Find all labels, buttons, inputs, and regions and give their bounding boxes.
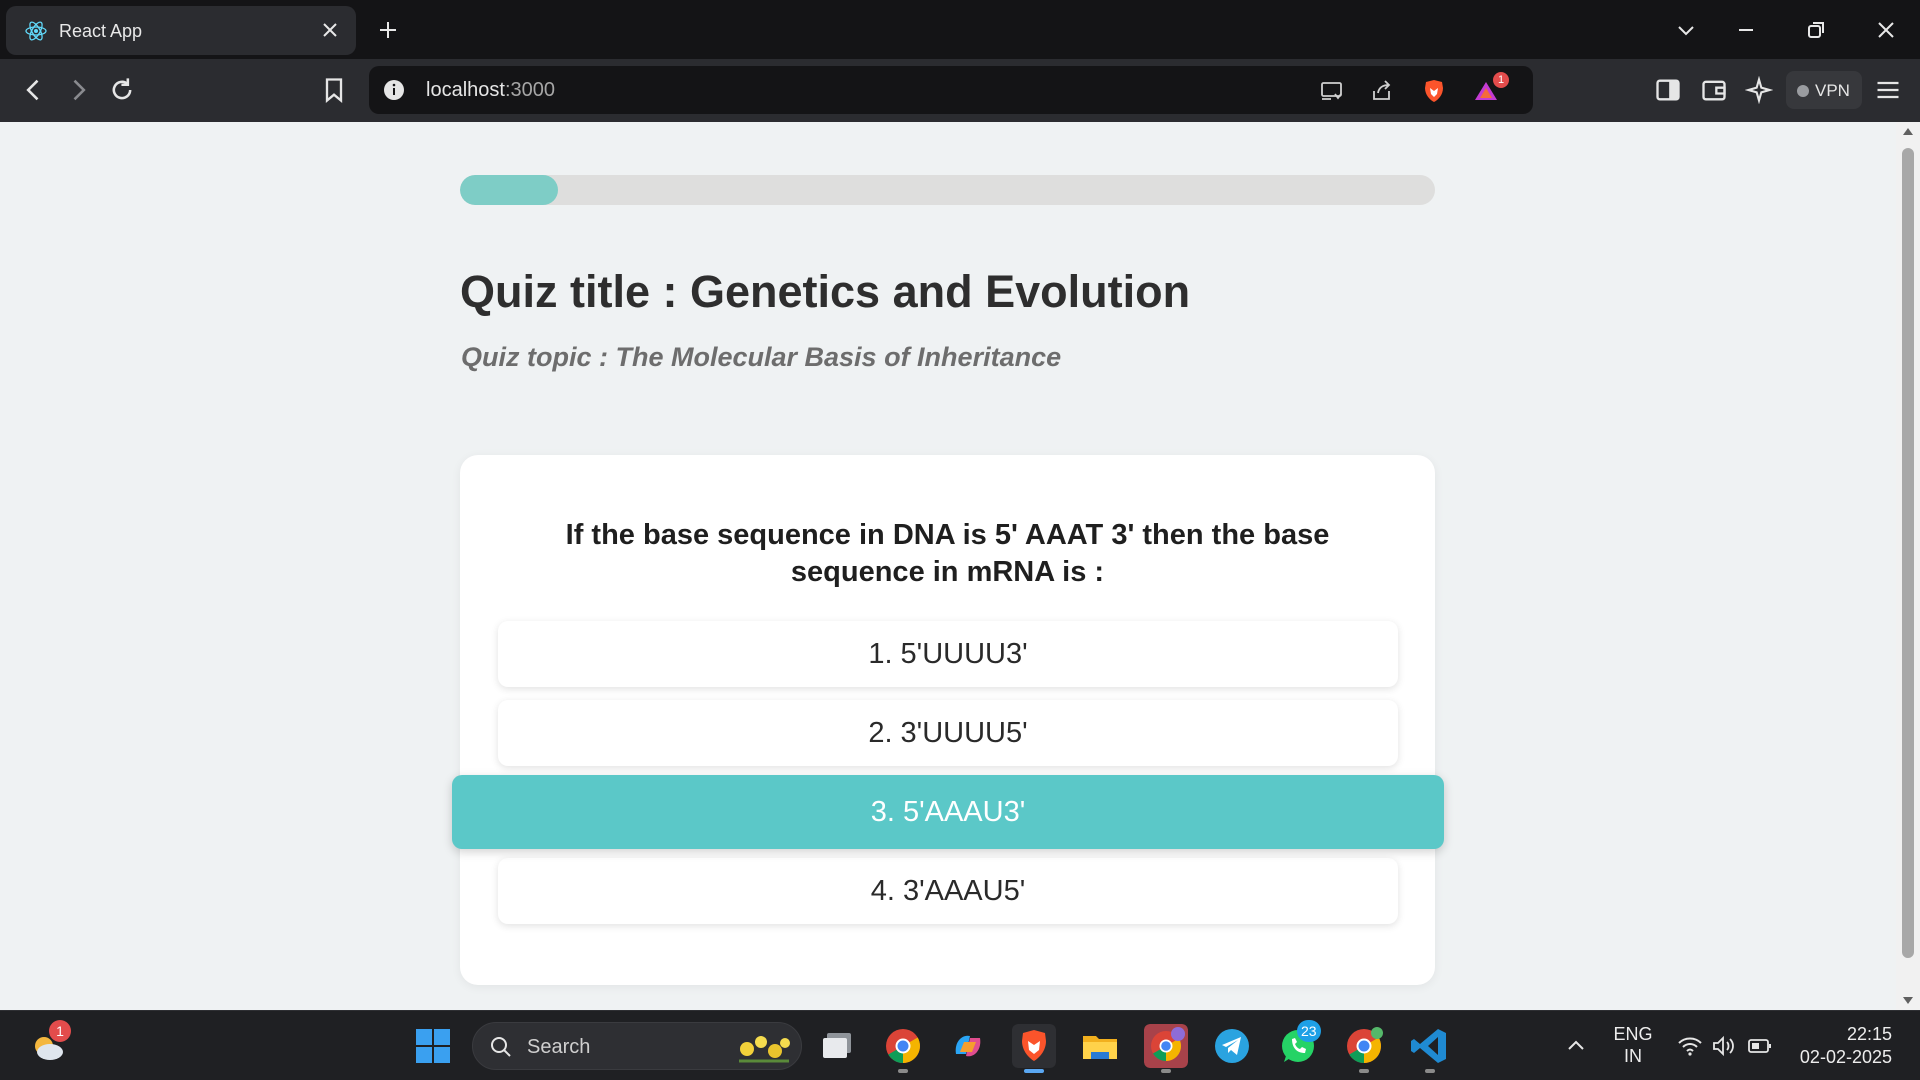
- page-scrollbar[interactable]: [1896, 122, 1920, 1010]
- url-text[interactable]: localhost:3000: [426, 79, 555, 102]
- react-icon: [25, 21, 47, 41]
- chrome-profile-icon[interactable]: [1144, 1024, 1188, 1068]
- search-highlight-flowers-icon: [739, 1036, 790, 1063]
- whatsapp-badge: 23: [1297, 1020, 1321, 1042]
- brave-active-indicator: [1024, 1069, 1044, 1073]
- leo-ai-icon[interactable]: [1745, 76, 1773, 104]
- answer-option-1[interactable]: 1. 5'UUUU3': [498, 621, 1398, 687]
- address-bar[interactable]: localhost:3000 1: [369, 66, 1533, 114]
- task-view-icon[interactable]: [816, 1024, 860, 1068]
- rewards-badge: 1: [1493, 72, 1509, 88]
- taskbar-search[interactable]: Search: [472, 1022, 802, 1070]
- close-tab-icon[interactable]: [318, 18, 342, 42]
- vpn-button[interactable]: VPN: [1786, 71, 1862, 109]
- language-indicator[interactable]: ENG IN: [1608, 1023, 1658, 1067]
- question-card: If the base sequence in DNA is 5' AAAT 3…: [452, 455, 1444, 985]
- browser-tab[interactable]: React App: [6, 6, 356, 55]
- windows-taskbar: 1 Search 23 ENG IN 22:15 02-02-2025: [0, 1010, 1920, 1080]
- weather-badge: 1: [49, 1020, 71, 1042]
- brave-shields-icon[interactable]: [1421, 78, 1447, 104]
- quiz-progress-bar: [460, 175, 1435, 205]
- file-explorer-icon[interactable]: [1078, 1024, 1122, 1068]
- volume-icon[interactable]: [1710, 1032, 1738, 1060]
- browser-titlebar: React App: [0, 0, 1920, 59]
- question-text: If the base sequence in DNA is 5' AAAT 3…: [565, 519, 1330, 588]
- back-icon[interactable]: [20, 76, 48, 104]
- sidebar-icon[interactable]: [1654, 76, 1682, 104]
- system-clock[interactable]: 22:15 02-02-2025: [1800, 1023, 1892, 1069]
- tab-title: React App: [59, 21, 143, 41]
- close-window-icon[interactable]: [1874, 18, 1898, 42]
- scroll-down-icon[interactable]: [1903, 997, 1913, 1004]
- chrome-profile-indicator: [1161, 1069, 1171, 1073]
- search-icon: [491, 1037, 511, 1057]
- scroll-up-icon[interactable]: [1903, 128, 1913, 135]
- new-tab-icon[interactable]: [376, 18, 400, 42]
- search-placeholder: Search: [527, 1036, 591, 1058]
- site-info-icon[interactable]: [383, 79, 405, 101]
- minimize-icon[interactable]: [1734, 18, 1758, 42]
- brave-icon[interactable]: [1012, 1024, 1056, 1068]
- cast-icon[interactable]: [1319, 78, 1345, 104]
- quiz-progress-fill: [460, 175, 558, 205]
- quiz-topic: Quiz topic : The Molecular Basis of Inhe…: [461, 342, 1062, 372]
- wifi-icon[interactable]: [1676, 1032, 1704, 1060]
- answer-option-4[interactable]: 4. 3'AAAU5': [498, 858, 1398, 924]
- clock-date: 02-02-2025: [1799, 1047, 1892, 1067]
- page-viewport: Quiz title : Genetics and Evolution Quiz…: [0, 122, 1896, 1010]
- bookmark-icon[interactable]: [320, 76, 348, 104]
- chrome-running-indicator: [898, 1069, 908, 1073]
- vscode-icon[interactable]: [1408, 1024, 1452, 1068]
- scrollbar-thumb[interactable]: [1902, 148, 1914, 958]
- copilot-icon[interactable]: [946, 1024, 990, 1068]
- reload-icon[interactable]: [108, 76, 136, 104]
- chevron-up-icon[interactable]: [1564, 1034, 1588, 1058]
- battery-icon[interactable]: [1746, 1032, 1774, 1060]
- menu-icon[interactable]: [1874, 76, 1902, 104]
- share-icon[interactable]: [1369, 78, 1395, 104]
- chrome-canary-indicator: [1359, 1069, 1369, 1073]
- clock-time: 22:15: [1846, 1024, 1892, 1044]
- quiz-title: Quiz title : Genetics and Evolution: [460, 266, 1191, 317]
- tab-search-chevron-icon[interactable]: [1674, 18, 1698, 42]
- telegram-icon[interactable]: [1210, 1024, 1254, 1068]
- restore-icon[interactable]: [1804, 18, 1828, 42]
- vscode-indicator: [1425, 1069, 1435, 1073]
- answer-option-3[interactable]: 3. 5'AAAU3': [452, 775, 1444, 849]
- windows-start-icon[interactable]: [411, 1024, 455, 1068]
- browser-toolbar: localhost:3000 1 VPN: [0, 59, 1920, 122]
- wallet-icon[interactable]: [1700, 76, 1728, 104]
- answer-option-2[interactable]: 2. 3'UUUU5': [498, 700, 1398, 766]
- forward-icon[interactable]: [64, 76, 92, 104]
- chrome-canary-icon[interactable]: [1342, 1024, 1386, 1068]
- chrome-icon[interactable]: [881, 1024, 925, 1068]
- vpn-status-icon: [1797, 85, 1809, 97]
